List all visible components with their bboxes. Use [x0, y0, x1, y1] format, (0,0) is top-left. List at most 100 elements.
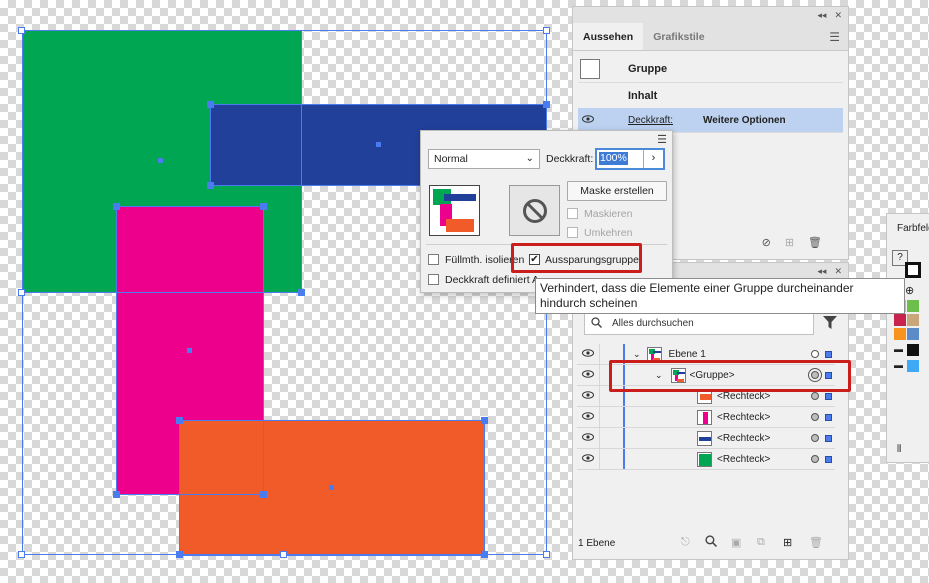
lock-toggle[interactable] [599, 365, 621, 385]
swatch-tan[interactable] [907, 314, 919, 326]
anchor-point[interactable] [207, 101, 214, 108]
target-circle-icon[interactable] [811, 434, 819, 442]
bbox-handle-bottom-right[interactable] [543, 551, 550, 558]
collapse-icon[interactable]: ◂◂ [817, 266, 826, 277]
transparency-menu-icon[interactable]: ☰ [657, 133, 667, 146]
swatch-lightblue[interactable] [907, 360, 919, 372]
swatch-folder-icon[interactable]: ▬ [894, 344, 903, 354]
lock-toggle[interactable] [599, 449, 621, 469]
target-circle-icon[interactable] [811, 455, 819, 463]
duplicate-item-icon[interactable]: ⊞ [785, 236, 794, 249]
tab-aussehen[interactable]: Aussehen [573, 23, 644, 50]
collapse-icon[interactable]: ◂◂ [817, 10, 826, 21]
bbox-handle-bottom-middle[interactable] [280, 551, 287, 558]
bbox-handle-middle-left[interactable] [18, 289, 25, 296]
anchor-point[interactable] [481, 417, 488, 424]
anchor-point[interactable] [543, 101, 550, 108]
anchor-point[interactable] [113, 491, 120, 498]
blend-mode-select[interactable]: Normal ⌄ [428, 149, 540, 169]
lock-toggle[interactable] [599, 344, 621, 364]
tab-grafikstile[interactable]: Grafikstile [643, 23, 714, 50]
delete-item-icon[interactable]: 🗑 [808, 236, 822, 249]
visibility-eye-icon[interactable] [578, 114, 598, 126]
rect-name[interactable]: <Rechteck> [717, 433, 770, 444]
rect-name[interactable]: <Rechteck> [717, 391, 770, 402]
visibility-eye-icon[interactable] [577, 453, 599, 465]
layer-name[interactable]: Ebene 1 [669, 349, 706, 360]
expand-chevron-icon[interactable]: ⌄ [633, 349, 641, 360]
export-icon[interactable]: ⎋ [681, 536, 690, 549]
anchor-point[interactable] [113, 203, 120, 210]
mask-thumbnail[interactable] [509, 185, 560, 236]
anchor-point[interactable] [260, 203, 267, 210]
swatch-pattern[interactable] [907, 328, 919, 340]
knockout-group-checkbox[interactable]: ✔ [529, 254, 540, 265]
swatch-folder-icon-2[interactable]: ▬ [894, 360, 903, 370]
anchor-point[interactable] [298, 289, 305, 296]
clip-checkbox[interactable] [567, 208, 578, 219]
anchor-point[interactable] [176, 417, 183, 424]
isolate-blending-checkbox[interactable] [428, 254, 439, 265]
target-circle-icon[interactable] [811, 413, 819, 421]
layer-row-rechteck-blue[interactable]: <Rechteck> [577, 428, 835, 449]
expand-chevron-icon[interactable]: ⌄ [655, 370, 663, 381]
swatch-orange[interactable] [894, 328, 906, 340]
bbox-handle-top-left[interactable] [18, 27, 25, 34]
appearance-group-row[interactable]: Gruppe [578, 55, 843, 83]
delete-layer-icon[interactable]: 🗑 [809, 536, 823, 549]
close-panel-icon[interactable]: ✕ [834, 266, 842, 277]
lock-toggle[interactable] [599, 428, 621, 448]
close-panel-icon[interactable]: ✕ [834, 10, 842, 21]
opacity-input[interactable]: 100% › [595, 148, 665, 170]
filter-icon[interactable] [823, 316, 837, 332]
selection-indicator[interactable] [825, 413, 832, 421]
anchor-point[interactable] [207, 182, 214, 189]
layer-row-rechteck-green[interactable]: <Rechteck> [577, 449, 835, 470]
selection-indicator[interactable] [825, 455, 832, 463]
bbox-handle-bottom-left[interactable] [18, 551, 25, 558]
layer-row-rechteck-orange[interactable]: <Rechteck> [577, 386, 835, 407]
panel-menu-icon[interactable]: ☰ [821, 23, 848, 50]
opacity-defines-checkbox[interactable] [428, 274, 439, 285]
anchor-point[interactable] [260, 491, 267, 498]
layer-row-ebene-1[interactable]: ⌄ Ebene 1 [577, 344, 835, 365]
target-circle-icon[interactable] [811, 392, 819, 400]
anchor-point[interactable] [176, 551, 183, 558]
rect-name[interactable]: <Rechteck> [717, 454, 770, 465]
target-circle-icon[interactable] [811, 371, 819, 379]
locate-object-icon[interactable] [705, 535, 717, 550]
selection-indicator[interactable] [825, 434, 832, 442]
bbox-handle-top-right[interactable] [543, 27, 550, 34]
visibility-eye-icon[interactable] [577, 411, 599, 423]
selection-indicator[interactable] [825, 392, 832, 400]
opacity-link[interactable]: Deckkraft: [628, 115, 673, 126]
layer-row-gruppe[interactable]: ⌄ <Gruppe> [577, 365, 835, 386]
swatch-library-icon[interactable]: ⫴ [897, 444, 901, 455]
clear-appearance-icon[interactable]: ⊘ [762, 236, 771, 249]
visibility-eye-icon[interactable] [577, 369, 599, 381]
swatch-black[interactable] [907, 344, 919, 356]
group-name[interactable]: <Gruppe> [690, 370, 735, 381]
search-box[interactable]: Alles durchsuchen [584, 312, 814, 335]
lock-toggle[interactable] [599, 386, 621, 406]
clipping-mask-icon[interactable]: ▣ [731, 536, 741, 549]
anchor-point[interactable] [481, 551, 488, 558]
swatch-crimson[interactable] [894, 314, 906, 326]
stroke-box[interactable] [905, 262, 921, 278]
new-sublayer-icon[interactable]: ⧉ [757, 536, 765, 549]
target-circle-icon[interactable] [811, 350, 819, 358]
make-mask-button[interactable]: Maske erstellen [567, 181, 667, 201]
selection-indicator[interactable] [825, 350, 832, 358]
lock-toggle[interactable] [599, 407, 621, 427]
visibility-eye-icon[interactable] [577, 348, 599, 360]
layer-row-rechteck-magenta[interactable]: <Rechteck> [577, 407, 835, 428]
rect-name[interactable]: <Rechteck> [717, 412, 770, 423]
selection-indicator[interactable] [825, 371, 832, 379]
search-input[interactable]: Alles durchsuchen [612, 318, 694, 329]
appearance-content-row[interactable]: Inhalt [578, 84, 843, 109]
visibility-eye-icon[interactable] [577, 432, 599, 444]
swatch-lightgreen[interactable] [907, 300, 919, 312]
opacity-chevron-icon[interactable]: › [643, 150, 663, 168]
registration-icon[interactable]: ⊕ [905, 284, 914, 297]
new-layer-icon[interactable]: ⊞ [783, 536, 792, 549]
